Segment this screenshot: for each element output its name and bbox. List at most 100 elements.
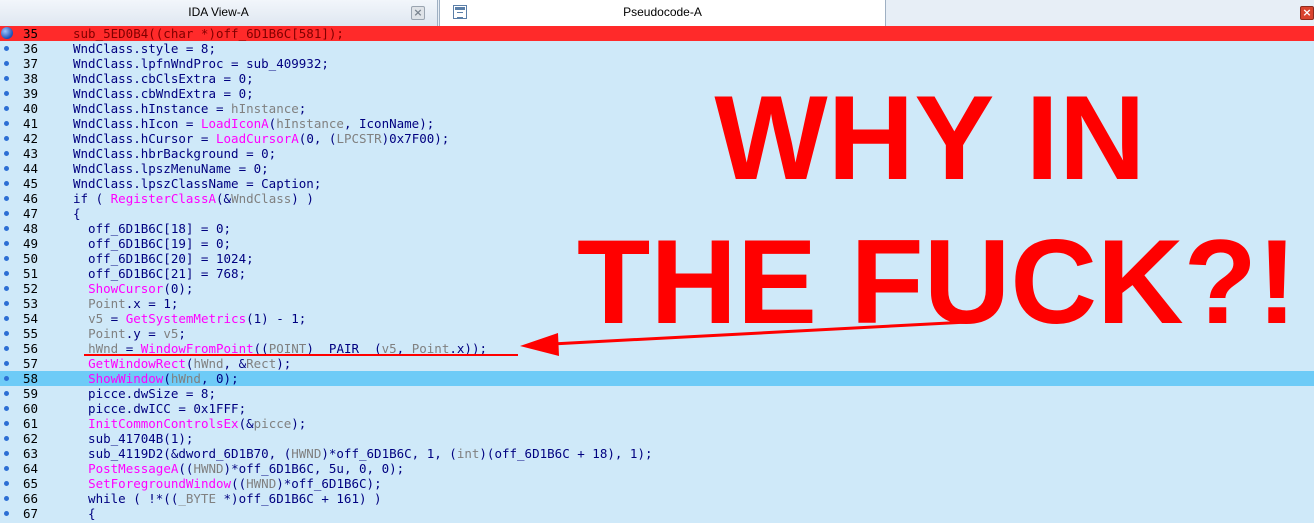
code-line[interactable]: 60 picce.dwICC = 0x1FFF; (0, 401, 1314, 416)
line-marker-icon[interactable] (4, 496, 9, 501)
code-token: sub_5ED0B4((char *)off_6D1B6C[581]); (73, 26, 344, 41)
tab-pseudocode[interactable]: Pseudocode-A × (439, 0, 1314, 26)
line-marker-icon[interactable] (4, 211, 9, 216)
code-text[interactable]: picce.dwSize = 8; (73, 386, 216, 401)
code-text[interactable]: Point.x = 1; (73, 296, 178, 311)
line-marker-icon[interactable] (4, 241, 9, 246)
breakpoint-icon[interactable] (1, 27, 13, 39)
code-text[interactable]: hWnd = WindowFromPoint((POINT)__PAIR__(v… (73, 341, 487, 356)
tab-ida-view[interactable]: IDA View-A × (0, 0, 438, 26)
code-text[interactable]: ShowWindow(hWnd, 0); (73, 371, 239, 386)
line-marker-icon[interactable] (4, 481, 9, 486)
line-marker-icon[interactable] (4, 91, 9, 96)
line-marker-icon[interactable] (4, 376, 9, 381)
code-line[interactable]: 59 picce.dwSize = 8; (0, 386, 1314, 401)
code-text[interactable]: WndClass.hIcon = LoadIconA(hInstance, Ic… (73, 116, 434, 131)
line-marker-icon[interactable] (4, 46, 9, 51)
code-line[interactable]: 66 while ( !*((_BYTE *)off_6D1B6C + 161)… (0, 491, 1314, 506)
code-text[interactable]: sub_4119D2(&dword_6D1B70, (HWND)*off_6D1… (73, 446, 652, 461)
identifier: hInstance (231, 101, 299, 116)
code-text[interactable]: { (73, 506, 96, 521)
code-line[interactable]: 64 PostMessageA((HWND)*off_6D1B6C, 5u, 0… (0, 461, 1314, 476)
line-marker-icon[interactable] (4, 466, 9, 471)
code-text[interactable]: off_6D1B6C[19] = 0; (73, 236, 231, 251)
line-marker-icon[interactable] (4, 301, 9, 306)
code-text[interactable]: PostMessageA((HWND)*off_6D1B6C, 5u, 0, 0… (73, 461, 404, 476)
line-marker-icon[interactable] (4, 256, 9, 261)
code-text[interactable]: if ( RegisterClassA(&WndClass) ) (73, 191, 314, 206)
line-marker-icon[interactable] (4, 271, 9, 276)
code-text[interactable]: sub_5ED0B4((char *)off_6D1B6C[581]); (73, 26, 344, 41)
line-marker-icon[interactable] (4, 346, 9, 351)
code-text[interactable]: picce.dwICC = 0x1FFF; (73, 401, 246, 416)
line-marker-icon[interactable] (4, 61, 9, 66)
line-marker-icon[interactable] (4, 331, 9, 336)
line-number: 47 (22, 206, 38, 221)
line-marker-icon[interactable] (4, 421, 9, 426)
line-marker-icon[interactable] (4, 151, 9, 156)
line-marker-icon[interactable] (4, 511, 9, 516)
code-text[interactable]: WndClass.cbWndExtra = 0; (73, 86, 254, 101)
code-text[interactable]: while ( !*((_BYTE *)off_6D1B6C + 161) ) (73, 491, 382, 506)
close-icon[interactable]: × (411, 6, 425, 20)
line-number: 57 (22, 356, 38, 371)
code-text[interactable]: GetWindowRect(hWnd, &Rect); (73, 356, 291, 371)
code-text[interactable]: WndClass.cbClsExtra = 0; (73, 71, 254, 86)
line-marker-icon[interactable] (4, 76, 9, 81)
code-text[interactable]: v5 = GetSystemMetrics(1) - 1; (73, 311, 306, 326)
code-text[interactable]: WndClass.hInstance = hInstance; (73, 101, 306, 116)
line-marker-icon[interactable] (4, 226, 9, 231)
code-text[interactable]: WndClass.lpszClassName = Caption; (73, 176, 321, 191)
code-text[interactable]: off_6D1B6C[18] = 0; (73, 221, 231, 236)
breakpoint-code-line[interactable]: 35 sub_5ED0B4((char *)off_6D1B6C[581]); (0, 26, 1314, 41)
code-line[interactable]: 62 sub_41704B(1); (0, 431, 1314, 446)
line-marker-icon[interactable] (4, 106, 9, 111)
line-marker-icon[interactable] (4, 361, 9, 366)
code-token: while ( !*(( (73, 491, 179, 506)
code-token: ( (163, 371, 171, 386)
code-text[interactable]: WndClass.hbrBackground = 0; (73, 146, 276, 161)
line-marker-icon[interactable] (4, 391, 9, 396)
code-line[interactable]: 57 GetWindowRect(hWnd, &Rect); (0, 356, 1314, 371)
code-text[interactable]: WndClass.lpfnWndProc = sub_409932; (73, 56, 329, 71)
line-number: 49 (22, 236, 38, 251)
function-name: InitCommonControlsEx (88, 416, 239, 431)
code-text[interactable]: SetForegroundWindow((HWND)*off_6D1B6C); (73, 476, 382, 491)
code-text[interactable]: Point.y = v5; (73, 326, 186, 341)
code-text[interactable]: off_6D1B6C[21] = 768; (73, 266, 246, 281)
line-marker-icon[interactable] (4, 121, 9, 126)
line-marker-icon[interactable] (4, 451, 9, 456)
function-name: ShowWindow (88, 371, 164, 386)
code-text[interactable]: sub_41704B(1); (73, 431, 193, 446)
line-marker-icon[interactable] (4, 436, 9, 441)
code-text[interactable]: WndClass.style = 8; (73, 41, 216, 56)
code-text[interactable]: WndClass.lpszMenuName = 0; (73, 161, 269, 176)
code-text[interactable]: WndClass.hCursor = LoadCursorA(0, (LPCST… (73, 131, 449, 146)
line-marker-icon[interactable] (4, 406, 9, 411)
code-line[interactable]: 65 SetForegroundWindow((HWND)*off_6D1B6C… (0, 476, 1314, 491)
line-number: 51 (22, 266, 38, 281)
identifier: v5 (88, 311, 104, 326)
code-text[interactable]: InitCommonControlsEx(&picce); (73, 416, 306, 431)
line-marker-icon[interactable] (4, 136, 9, 141)
code-text[interactable]: off_6D1B6C[20] = 1024; (73, 251, 254, 266)
code-text[interactable]: ShowCursor(0); (73, 281, 193, 296)
identifier: picce (253, 416, 292, 431)
line-number: 59 (22, 386, 38, 401)
line-marker-icon[interactable] (4, 166, 9, 171)
current-code-line[interactable]: 58 ShowWindow(hWnd, 0); (0, 371, 1314, 386)
line-marker-icon[interactable] (4, 196, 9, 201)
code-text[interactable]: { (73, 206, 81, 221)
code-token: WndClass.style = 8; (73, 41, 216, 56)
close-icon[interactable]: × (1300, 6, 1314, 20)
code-line[interactable]: 61 InitCommonControlsEx(&picce); (0, 416, 1314, 431)
line-marker-icon[interactable] (4, 286, 9, 291)
line-marker-icon[interactable] (4, 181, 9, 186)
code-line[interactable]: 63 sub_4119D2(&dword_6D1B70, (HWND)*off_… (0, 446, 1314, 461)
line-marker-icon[interactable] (4, 316, 9, 321)
code-token: WndClass.lpfnWndProc = sub_409932; (73, 56, 329, 71)
code-line[interactable]: 67 { (0, 506, 1314, 521)
